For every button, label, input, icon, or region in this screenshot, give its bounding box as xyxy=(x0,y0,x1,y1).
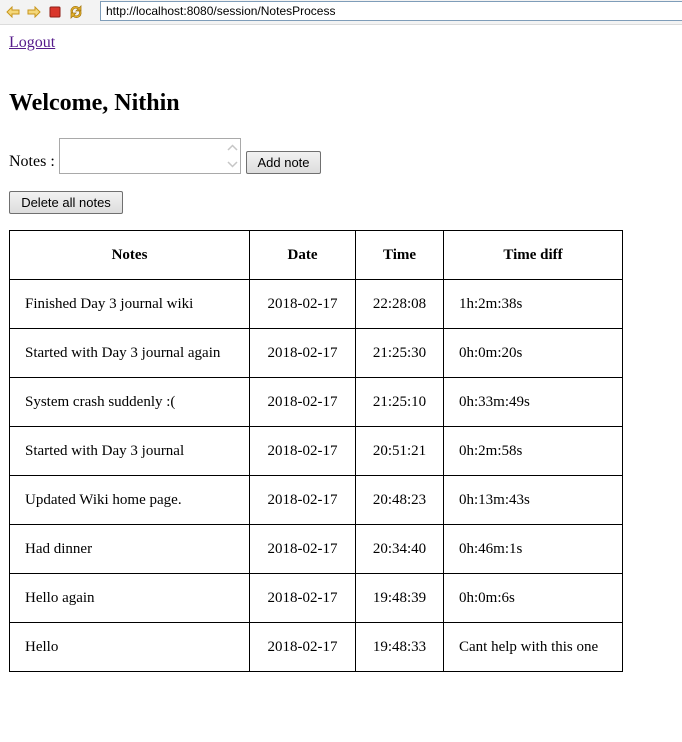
date-cell: 2018-02-17 xyxy=(249,426,356,476)
note-cell: System crash suddenly :( xyxy=(9,377,250,427)
time-diff-cell: 0h:33m:49s xyxy=(443,377,623,427)
table-row: Hello 2018-02-17 19:48:33 Cant help with… xyxy=(9,622,623,672)
table-row: Had dinner 2018-02-17 20:34:40 0h:46m:1s xyxy=(9,524,623,574)
time-diff-cell: 1h:2m:38s xyxy=(443,279,623,329)
header-time-diff: Time diff xyxy=(443,230,623,280)
table-row: Started with Day 3 journal 2018-02-17 20… xyxy=(9,426,623,476)
time-diff-cell: 0h:0m:20s xyxy=(443,328,623,378)
time-diff-cell: 0h:13m:43s xyxy=(443,475,623,525)
table-row: Updated Wiki home page. 2018-02-17 20:48… xyxy=(9,475,623,525)
date-cell: 2018-02-17 xyxy=(249,279,356,329)
date-cell: 2018-02-17 xyxy=(249,475,356,525)
time-cell: 20:51:21 xyxy=(355,426,444,476)
time-cell: 19:48:39 xyxy=(355,573,444,623)
scroll-up-icon[interactable] xyxy=(225,139,239,155)
time-diff-cell: Cant help with this one xyxy=(443,622,623,672)
logout-link[interactable]: Logout xyxy=(9,34,55,52)
notes-input[interactable] xyxy=(59,138,241,174)
date-cell: 2018-02-17 xyxy=(249,328,356,378)
browser-toolbar: http://localhost:8080/session/NotesProce… xyxy=(0,0,682,25)
delete-all-notes-button[interactable]: Delete all notes xyxy=(9,191,123,214)
table-row: Hello again 2018-02-17 19:48:39 0h:0m:6s xyxy=(9,573,623,623)
refresh-icon[interactable] xyxy=(68,4,84,20)
scroll-down-icon[interactable] xyxy=(225,156,239,172)
note-cell: Had dinner xyxy=(9,524,250,574)
back-arrow-icon[interactable] xyxy=(5,4,21,20)
time-cell: 20:48:23 xyxy=(355,475,444,525)
note-cell: Started with Day 3 journal again xyxy=(9,328,250,378)
note-cell: Updated Wiki home page. xyxy=(9,475,250,525)
note-cell: Started with Day 3 journal xyxy=(9,426,250,476)
time-cell: 21:25:10 xyxy=(355,377,444,427)
header-notes: Notes xyxy=(9,230,250,280)
stop-icon[interactable] xyxy=(47,4,63,20)
time-cell: 19:48:33 xyxy=(355,622,444,672)
header-date: Date xyxy=(249,230,356,280)
notes-table: Notes Date Time Time diff Finished Day 3… xyxy=(9,230,623,672)
table-header-row: Notes Date Time Time diff xyxy=(9,230,623,280)
date-cell: 2018-02-17 xyxy=(249,622,356,672)
welcome-heading: Welcome, Nithin xyxy=(9,90,180,116)
date-cell: 2018-02-17 xyxy=(249,377,356,427)
notes-label: Notes : xyxy=(9,153,55,170)
time-diff-cell: 0h:0m:6s xyxy=(443,573,623,623)
time-diff-cell: 0h:2m:58s xyxy=(443,426,623,476)
time-diff-cell: 0h:46m:1s xyxy=(443,524,623,574)
add-note-button[interactable]: Add note xyxy=(246,151,321,174)
address-bar[interactable]: http://localhost:8080/session/NotesProce… xyxy=(100,1,682,21)
time-cell: 21:25:30 xyxy=(355,328,444,378)
table-row: System crash suddenly :( 2018-02-17 21:2… xyxy=(9,377,623,427)
table-row: Started with Day 3 journal again 2018-02… xyxy=(9,328,623,378)
note-cell: Finished Day 3 journal wiki xyxy=(9,279,250,329)
forward-arrow-icon[interactable] xyxy=(26,4,42,20)
header-time: Time xyxy=(355,230,444,280)
table-row: Finished Day 3 journal wiki 2018-02-17 2… xyxy=(9,279,623,329)
time-cell: 22:28:08 xyxy=(355,279,444,329)
time-cell: 20:34:40 xyxy=(355,524,444,574)
date-cell: 2018-02-17 xyxy=(249,524,356,574)
date-cell: 2018-02-17 xyxy=(249,573,356,623)
note-cell: Hello xyxy=(9,622,250,672)
note-cell: Hello again xyxy=(9,573,250,623)
